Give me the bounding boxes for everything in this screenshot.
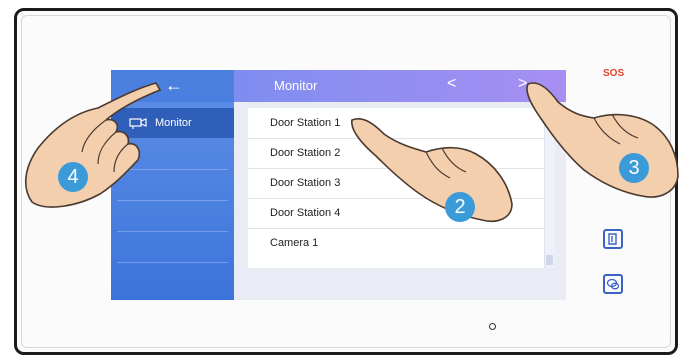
header-bar: Monitor < >	[234, 70, 566, 102]
list-item-label: Door Station 3	[270, 177, 341, 189]
scroll-thumb[interactable]	[546, 255, 553, 265]
step-badge: 4	[58, 162, 88, 192]
hand-pointer-icon	[25, 82, 162, 208]
door-icon	[608, 233, 617, 245]
list-item-label: Camera 1	[270, 237, 319, 249]
microphone-hole	[489, 323, 496, 330]
message-icon[interactable]	[603, 274, 623, 294]
page-title: Monitor	[274, 78, 318, 93]
list-item-label: Door Station 4	[270, 207, 341, 219]
door-unlock-icon[interactable]	[603, 229, 623, 249]
step-badge: 2	[445, 192, 475, 222]
list-item-label: Door Station 1	[270, 117, 341, 129]
chat-bubble-icon	[606, 278, 620, 290]
previous-page-button[interactable]: <	[447, 75, 456, 93]
hand-pointer-icon	[351, 118, 513, 222]
divider	[117, 262, 228, 263]
divider	[117, 231, 228, 232]
list-item[interactable]: Camera 1	[248, 228, 544, 258]
step-badge: 3	[619, 153, 649, 183]
list-item-label: Door Station 2	[270, 147, 341, 159]
hand-pointer-icon	[526, 82, 679, 198]
